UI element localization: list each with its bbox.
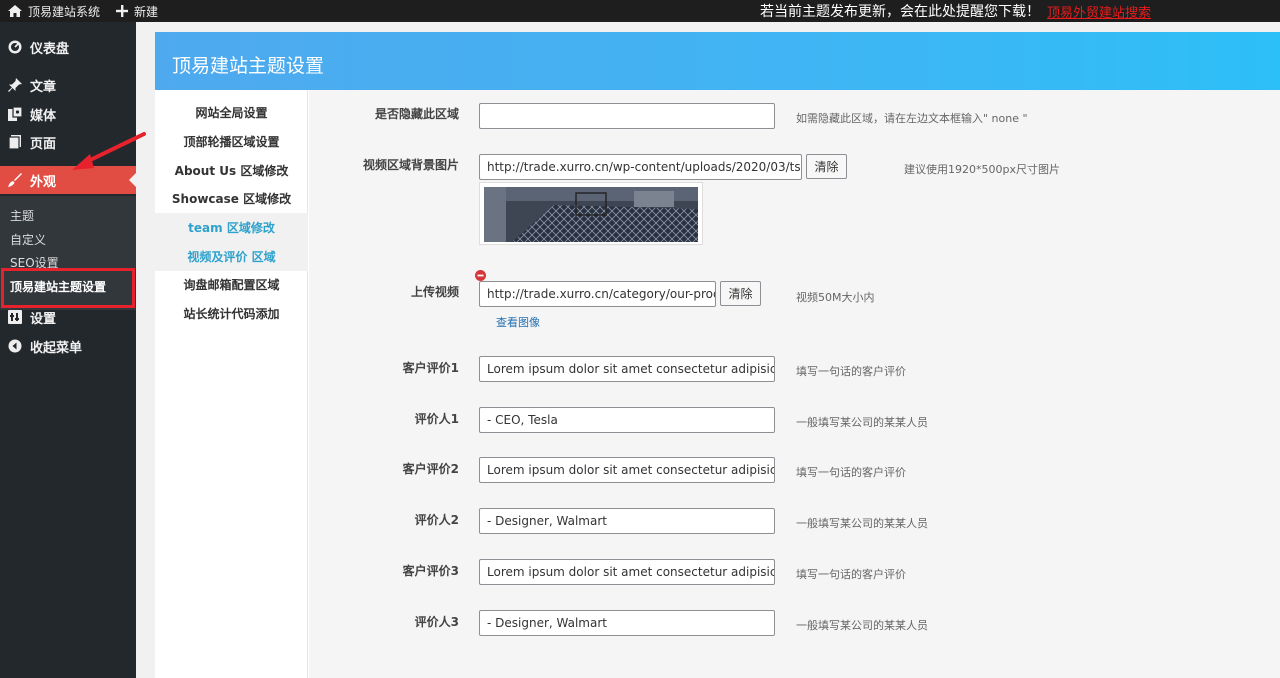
new-content-link[interactable]: 新建	[108, 0, 166, 22]
annotation-highlight-box	[1, 268, 135, 308]
sidebar-item-label: 设置	[30, 311, 57, 327]
page-title: 顶易建站主题设置	[172, 55, 325, 77]
sidebar-item-dashboard[interactable]: 仪表盘	[0, 33, 136, 61]
tab-global-settings[interactable]: 网站全局设置	[155, 98, 308, 127]
sidebar-item-label: 仪表盘	[30, 41, 70, 57]
video-bg-thumbnail	[479, 182, 703, 245]
tab-inquiry-email[interactable]: 询盘邮箱配置区域	[155, 270, 308, 299]
sidebar-item-collapse[interactable]: 收起菜单	[0, 332, 136, 360]
sidebar-item-label: 媒体	[30, 108, 57, 124]
video-bg-label: 视频区域背景图片	[362, 158, 459, 172]
hide-area-input[interactable]	[479, 103, 775, 129]
submenu-item-themes[interactable]: 主题	[10, 207, 34, 224]
new-label: 新建	[134, 4, 159, 19]
home-icon	[8, 5, 22, 17]
video-bg-url-input[interactable]: http://trade.xurro.cn/wp-content/uploads…	[479, 154, 802, 180]
annotation-arrow	[72, 132, 146, 170]
upload-video-clear-button[interactable]: 清除	[720, 281, 761, 306]
view-image-link[interactable]: 查看图像	[496, 314, 540, 330]
reviewer-2-label: 评价人2	[414, 513, 459, 527]
upload-video-label: 上传视频	[410, 285, 459, 299]
plus-icon	[116, 5, 129, 17]
sidebar-item-media[interactable]: 媒体	[0, 100, 136, 128]
review-1-input[interactable]: Lorem ipsum dolor sit amet consectetur a…	[479, 356, 775, 382]
upload-video-url-input[interactable]: http://trade.xurro.cn/category/our-produ…	[479, 281, 716, 307]
sidebar-item-label: 页面	[30, 136, 57, 152]
hide-area-label: 是否隐藏此区域	[374, 107, 459, 121]
panel-header: 顶易建站主题设置	[155, 32, 1280, 90]
video-bg-help: 建议使用1920*500px尺寸图片	[904, 163, 1060, 176]
reviewer-1-input[interactable]: - CEO, Tesla	[479, 407, 775, 433]
review-2-input[interactable]: Lorem ipsum dolor sit amet consectetur a…	[479, 457, 775, 483]
reviewer-1-help: 一般填写某公司的某某人员	[796, 416, 928, 429]
review-3-help: 填写一句话的客户评价	[796, 568, 906, 581]
sidebar-item-posts[interactable]: 文章	[0, 71, 136, 99]
video-bg-clear-button[interactable]: 清除	[806, 154, 847, 179]
pin-icon	[8, 78, 22, 92]
review-1-label: 客户评价1	[402, 361, 459, 375]
tab-video-reviews[interactable]: 视频及评价 区域	[155, 242, 308, 271]
reviewer-3-label: 评价人3	[414, 615, 459, 629]
sidebar-item-label: 收起菜单	[30, 340, 83, 356]
review-2-label: 客户评价2	[402, 462, 459, 476]
review-1-help: 填写一句话的客户评价	[796, 365, 906, 378]
hide-area-help: 如需隐藏此区域，请在左边文本框输入" none "	[796, 112, 1028, 125]
sidebar-item-settings[interactable]: 设置	[0, 303, 136, 331]
sidebar-item-label: 文章	[30, 79, 57, 95]
tab-team[interactable]: team 区域修改	[155, 213, 308, 242]
update-notice: 若当前主题发布更新，会在此处提醒您下载！	[760, 4, 1040, 20]
review-3-input[interactable]: Lorem ipsum dolor sit amet consectetur a…	[479, 559, 775, 585]
brush-icon	[8, 173, 22, 187]
reviewer-1-label: 评价人1	[414, 412, 459, 426]
reviewer-2-input[interactable]: - Designer, Walmart	[479, 508, 775, 534]
admin-bar: 顶易建站系统 新建 若当前主题发布更新，会在此处提醒您下载！ 顶易外贸建站搜索	[0, 0, 1280, 22]
remove-image-icon[interactable]	[475, 270, 486, 281]
collapse-icon	[8, 339, 22, 353]
reviewer-3-input[interactable]: - Designer, Walmart	[479, 610, 775, 636]
tab-top-carousel[interactable]: 顶部轮播区域设置	[155, 127, 308, 156]
settings-tab-nav: 网站全局设置 顶部轮播区域设置 About Us 区域修改 Showcase 区…	[155, 90, 308, 678]
site-name-link[interactable]: 顶易建站系统	[0, 0, 108, 22]
settings-form: 是否隐藏此区域 如需隐藏此区域，请在左边文本框输入" none " 视频区域背景…	[309, 90, 1280, 678]
theme-settings-panel: 顶易建站主题设置 网站全局设置 顶部轮播区域设置 About Us 区域修改 S…	[155, 32, 1280, 678]
media-icon	[8, 107, 22, 121]
settings-icon	[8, 310, 22, 324]
tab-showcase[interactable]: Showcase 区域修改	[155, 184, 308, 213]
sidebar-item-label: 外观	[30, 174, 57, 190]
admin-sidebar: 仪表盘 文章 媒体 页面 外观 主题 自定义 SEO设置 顶易建站主题设置 设置…	[0, 22, 136, 678]
review-2-help: 填写一句话的客户评价	[796, 466, 906, 479]
notice-link[interactable]: 顶易外贸建站搜索	[1047, 0, 1151, 22]
page-icon	[8, 135, 21, 149]
tab-about-us[interactable]: About Us 区域修改	[155, 156, 308, 185]
site-name: 顶易建站系统	[28, 4, 101, 19]
reviewer-3-help: 一般填写某公司的某某人员	[796, 619, 928, 632]
dashboard-icon	[8, 40, 22, 54]
reviewer-2-help: 一般填写某公司的某某人员	[796, 517, 928, 530]
tab-stats-code[interactable]: 站长统计代码添加	[155, 299, 308, 328]
review-3-label: 客户评价3	[402, 564, 459, 578]
upload-video-help: 视频50M大小内	[796, 291, 875, 304]
thumbnail-image	[484, 187, 698, 242]
submenu-item-customize[interactable]: 自定义	[10, 231, 46, 248]
